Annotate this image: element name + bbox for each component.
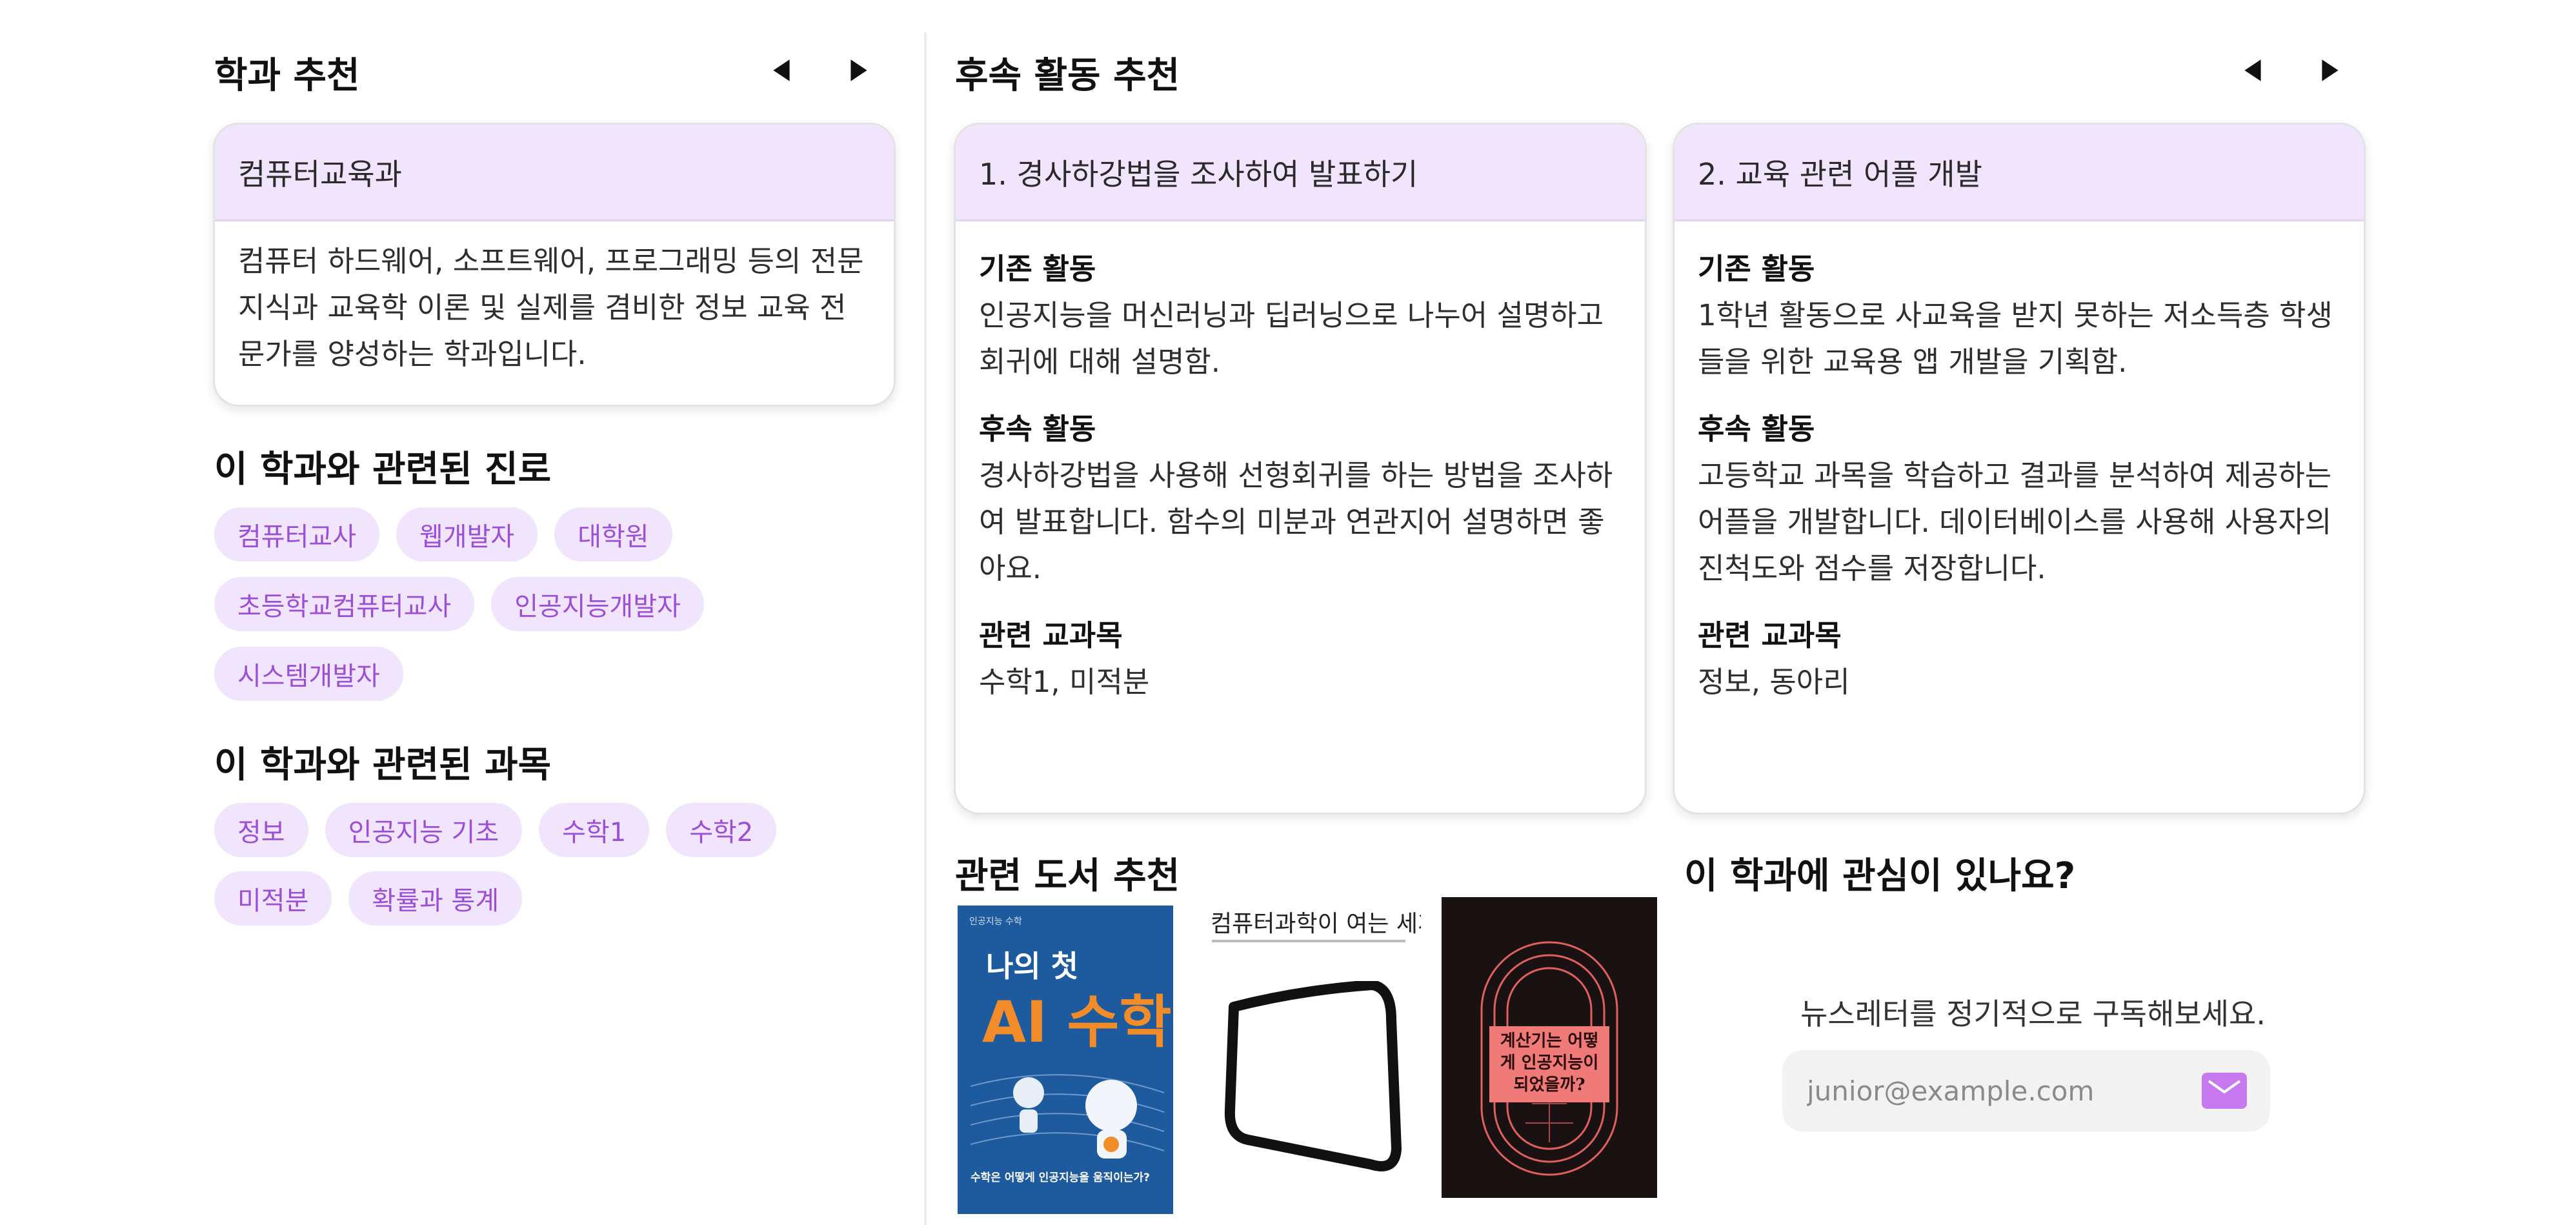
subject-chip[interactable]: 수학2 [666, 803, 777, 857]
career-chip-row-1: 컴퓨터교사 웹개발자 대학원 [214, 507, 672, 562]
books-section-title: 관련 도서 추천 [955, 855, 1180, 897]
subscribe-button[interactable] [2202, 1073, 2247, 1109]
department-name: 컴퓨터교육과 [215, 125, 894, 221]
book-title: 계산기는 어떻게 인공지능이 되었을까? [1500, 1031, 1599, 1095]
newsletter-description: 뉴스레터를 정기적으로 구독해보세요. [1800, 997, 2266, 1031]
triangle-left-icon [773, 59, 790, 81]
subject-chip-row-1: 정보 인공지능 기초 수학1 수학2 [214, 803, 777, 857]
career-chip-row-2: 초등학교컴퓨터교사 인공지능개발자 [214, 577, 704, 631]
triangle-left-icon [2244, 59, 2261, 81]
activity-card-title: 1. 경사하강법을 조사하여 발표하기 [956, 125, 1645, 221]
careers-title: 이 학과와 관련된 진로 [214, 449, 552, 491]
prev-department-button[interactable] [752, 41, 810, 99]
email-input[interactable] [1806, 1074, 2202, 1108]
activity-card-title: 2. 교육 관련 어플 개발 [1675, 125, 2364, 221]
activity-card-2[interactable]: 2. 교육 관련 어플 개발 기존 활동 1학년 활동으로 사교육을 받지 못하… [1673, 123, 2366, 815]
career-chip[interactable]: 웹개발자 [396, 507, 538, 562]
book-cover-calculator-ai[interactable]: 계산기는 어떻게 인공지능이 되었을까? [1442, 897, 1657, 1198]
email-subscribe-box [1782, 1050, 2270, 1131]
department-card[interactable]: 컴퓨터교육과 컴퓨터 하드웨어, 소프트웨어, 프로그래밍 등의 전문 지식과 … [213, 123, 896, 407]
next-department-button[interactable] [830, 41, 888, 99]
base-activity-text: 1학년 활동으로 사교육을 받지 못하는 저소득층 학생들을 위한 교육용 앱 … [1698, 298, 2333, 379]
follow-activity-label: 후속 활동 [979, 412, 1096, 446]
career-chip[interactable]: 시스템개발자 [214, 647, 403, 701]
triangle-right-icon [850, 59, 867, 81]
activities-section-title: 후속 활동 추천 [955, 55, 1180, 97]
department-description: 컴퓨터 하드웨어, 소프트웨어, 프로그래밍 등의 전문 지식과 교육학 이론 … [238, 244, 864, 371]
triangle-right-icon [2322, 59, 2339, 81]
frame-illustration-icon [1224, 981, 1402, 1171]
book-cover-ai-math[interactable]: 인공지능 수학 나의 첫 AI 수학 수학은 어떻게 인공지능을 움직이는가? [958, 906, 1173, 1214]
book-title-line2: AI 수학 [982, 989, 1172, 1055]
book-subtitle: 수학은 어떻게 인공지능을 움직이는가? [971, 1171, 1150, 1184]
career-chip-row-3: 시스템개발자 [214, 647, 403, 701]
activity-card-body: 기존 활동 1학년 활동으로 사교육을 받지 못하는 저소득층 학생들을 위한 … [1675, 221, 2364, 705]
activity-card-body: 기존 활동 인공지능을 머신러닝과 딥러닝으로 나누어 설명하고 회귀에 대해 … [956, 221, 1645, 705]
mail-icon [2208, 1079, 2241, 1102]
robot-illustration-icon [971, 1074, 1164, 1159]
prev-activity-button[interactable] [2224, 41, 2282, 99]
follow-activity-text: 경사하강법을 사용해 선형회귀를 하는 방법을 조사하여 발표합니다. 함수의 … [979, 458, 1613, 585]
subject-chip[interactable]: 확률과 통계 [348, 871, 523, 926]
base-activity-text: 인공지능을 머신러닝과 딥러닝으로 나누어 설명하고 회귀에 대해 설명함. [979, 298, 1604, 379]
related-subjects-text: 정보, 동아리 [1698, 665, 1850, 699]
follow-activity-label: 후속 활동 [1698, 412, 1815, 446]
subject-chip[interactable]: 미적분 [214, 871, 332, 926]
related-subjects-label: 관련 교과목 [1698, 618, 1842, 653]
column-divider [924, 32, 927, 1225]
career-chip[interactable]: 대학원 [554, 507, 672, 562]
base-activity-label: 기존 활동 [1698, 252, 1815, 286]
related-subjects-text: 수학1, 미적분 [979, 665, 1150, 699]
book-title: 컴퓨터과학이 여는 세계 [1211, 911, 1421, 937]
subjects-title: 이 학과와 관련된 과목 [214, 744, 552, 786]
newsletter-title: 이 학과에 관심이 있나요? [1684, 855, 2076, 897]
book-cover-computer-science[interactable]: 컴퓨터과학이 여는 세계 [1205, 897, 1421, 1213]
base-activity-label: 기존 활동 [979, 252, 1096, 286]
activity-card-1[interactable]: 1. 경사하강법을 조사하여 발표하기 기존 활동 인공지능을 머신러닝과 딥러… [954, 123, 1647, 815]
subject-chip[interactable]: 수학1 [539, 803, 650, 857]
career-chip[interactable]: 초등학교컴퓨터교사 [214, 577, 475, 631]
department-section-title: 학과 추천 [214, 55, 360, 97]
subject-chip[interactable]: 정보 [214, 803, 308, 857]
related-subjects-label: 관련 교과목 [979, 618, 1123, 653]
next-activity-button[interactable] [2301, 41, 2359, 99]
subject-chip-row-2: 미적분 확률과 통계 [214, 871, 523, 926]
career-chip[interactable]: 인공지능개발자 [491, 577, 704, 631]
subject-chip[interactable]: 인공지능 기초 [325, 803, 523, 857]
career-chip[interactable]: 컴퓨터교사 [214, 507, 379, 562]
follow-activity-text: 고등학교 과목을 학습하고 결과를 분석하여 제공하는 어플을 개발합니다. 데… [1698, 458, 2332, 585]
